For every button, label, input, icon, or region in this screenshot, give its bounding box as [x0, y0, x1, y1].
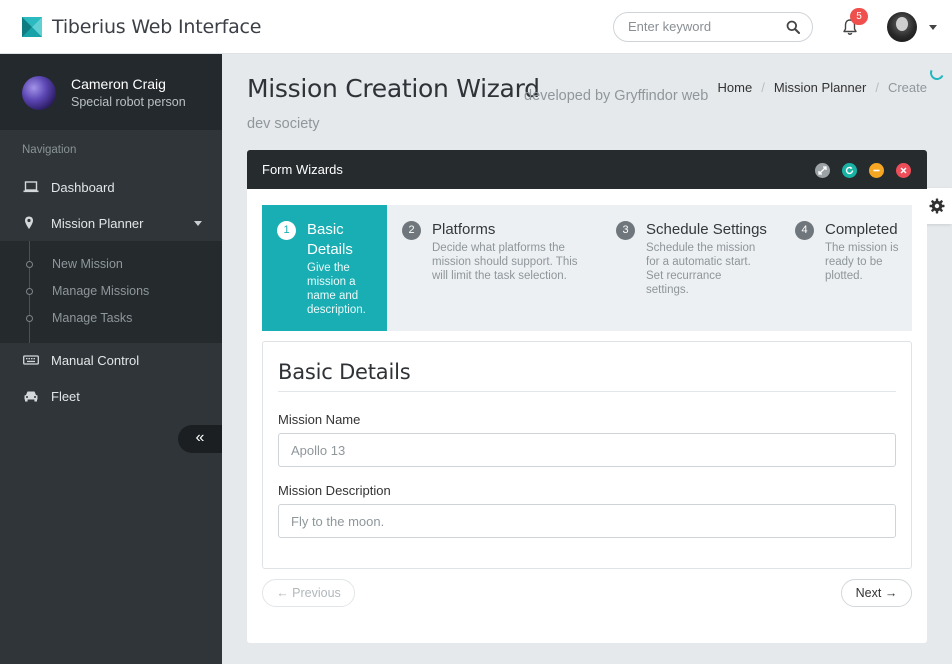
- sidebar-subitem-manage-missions[interactable]: Manage Missions: [0, 281, 222, 303]
- user-avatar[interactable]: [887, 12, 917, 42]
- circle-icon: [26, 288, 33, 295]
- minimize-icon[interactable]: [869, 163, 884, 178]
- app-logo-icon[interactable]: [22, 17, 42, 37]
- step-number: 4: [795, 221, 814, 240]
- sidebar-subitem-label: Manage Tasks: [52, 311, 133, 325]
- sidebar-subitem-label: Manage Missions: [52, 284, 150, 298]
- step-title: Completed: [825, 221, 898, 238]
- step-description: The mission is ready to be plotted.: [825, 242, 899, 282]
- mission-description-field[interactable]: [278, 504, 896, 538]
- top-bar: Tiberius Web Interface 5: [0, 0, 952, 54]
- step-number: 2: [402, 221, 421, 240]
- search-input[interactable]: [628, 19, 778, 34]
- nav-heading: Navigation: [22, 144, 77, 156]
- breadcrumb: Home / Mission Planner / Create: [718, 80, 927, 95]
- refresh-icon[interactable]: [842, 163, 857, 178]
- step-number: 1: [277, 221, 296, 240]
- mission-name-field[interactable]: [278, 433, 896, 467]
- main-content: Mission Creation Wizard developed by Gry…: [222, 54, 952, 664]
- app-title[interactable]: Tiberius Web Interface: [52, 16, 261, 38]
- search-box[interactable]: [613, 12, 813, 42]
- sidebar-subitem-manage-tasks[interactable]: Manage Tasks: [0, 308, 222, 330]
- mission-name-label: Mission Name: [278, 412, 361, 427]
- caret-down-icon: [194, 221, 202, 226]
- step-description: Decide what platforms the mission should…: [432, 242, 578, 282]
- map-pin-icon: [25, 216, 33, 229]
- avatar[interactable]: [22, 76, 56, 110]
- loading-spinner-icon: [928, 64, 946, 82]
- chevron-down-icon[interactable]: [929, 25, 937, 30]
- sidebar-item-fleet[interactable]: Fleet: [0, 378, 222, 414]
- wizard-step-basic-details[interactable]: 1 Basic Details Give the mission a name …: [262, 205, 387, 331]
- sidebar: Cameron Craig Special robot person Navig…: [0, 54, 222, 664]
- circle-icon: [26, 261, 33, 268]
- section-title: Basic Details: [278, 360, 411, 384]
- form-wizard-panel: Form Wizards 1 Basic Details Give the mi…: [247, 150, 927, 643]
- sidebar-item-label: Dashboard: [51, 180, 115, 195]
- circle-icon: [26, 315, 33, 322]
- step-description: Schedule the mission for a automatic sta…: [646, 242, 756, 296]
- sidebar-collapse-button[interactable]: «: [178, 425, 222, 453]
- sidebar-item-label: Manual Control: [51, 353, 140, 368]
- sidebar-item-label: Mission Planner: [51, 216, 144, 231]
- wizard-step-platforms[interactable]: 2 Platforms Decide what platforms the mi…: [387, 205, 601, 331]
- step-title: Schedule Settings: [646, 221, 767, 238]
- sidebar-subitem-label: New Mission: [52, 257, 123, 271]
- search-icon[interactable]: [786, 20, 800, 34]
- step-number: 3: [616, 221, 635, 240]
- user-role: Special robot person: [71, 95, 186, 109]
- car-icon: [24, 391, 38, 402]
- step-title: Platforms: [432, 221, 496, 238]
- wizard-step-schedule-settings[interactable]: 3 Schedule Settings Schedule the mission…: [601, 205, 780, 331]
- mission-planner-submenu: New Mission Manage Missions Manage Tasks: [0, 241, 222, 343]
- sidebar-item-manual-control[interactable]: Manual Control: [0, 342, 222, 378]
- close-icon[interactable]: [896, 163, 911, 178]
- sidebar-item-dashboard[interactable]: Dashboard: [0, 169, 222, 205]
- user-name: Cameron Craig: [71, 76, 166, 92]
- mission-description-label: Mission Description: [278, 483, 391, 498]
- wizard-step-completed[interactable]: 4 Completed The mission is ready to be p…: [780, 205, 912, 331]
- panel-title: Form Wizards: [262, 162, 343, 177]
- breadcrumb-current: Create: [887, 80, 927, 95]
- step-description: Give the mission a name and description.: [307, 262, 366, 316]
- gear-icon: [929, 198, 945, 214]
- breadcrumb-separator: /: [875, 80, 879, 95]
- basic-details-section: Basic Details Mission Name Mission Descr…: [262, 341, 912, 569]
- sidebar-item-mission-planner[interactable]: Mission Planner: [0, 205, 222, 241]
- panel-header: Form Wizards: [247, 150, 927, 189]
- laptop-icon: [23, 181, 39, 193]
- breadcrumb-mission-planner[interactable]: Mission Planner: [774, 80, 867, 95]
- next-button[interactable]: Next →: [841, 579, 912, 607]
- wizard-steps: 1 Basic Details Give the mission a name …: [262, 205, 912, 331]
- sidebar-item-label: Fleet: [51, 389, 80, 404]
- previous-button[interactable]: ← Previous: [262, 579, 355, 607]
- expand-icon[interactable]: [815, 163, 830, 178]
- page-subtitle-block: developed by Gryffindor web dev society: [247, 82, 727, 138]
- section-divider: [278, 391, 896, 392]
- sidebar-subitem-new-mission[interactable]: New Mission: [0, 254, 222, 276]
- page-subtitle: developed by Gryffindor web dev society: [247, 88, 709, 132]
- breadcrumb-home[interactable]: Home: [718, 80, 753, 95]
- step-title: Basic Details: [307, 221, 353, 258]
- sidebar-user-block: Cameron Craig Special robot person: [0, 54, 222, 130]
- breadcrumb-separator: /: [761, 80, 765, 95]
- notification-badge: 5: [850, 8, 868, 25]
- keyboard-icon: [23, 355, 39, 365]
